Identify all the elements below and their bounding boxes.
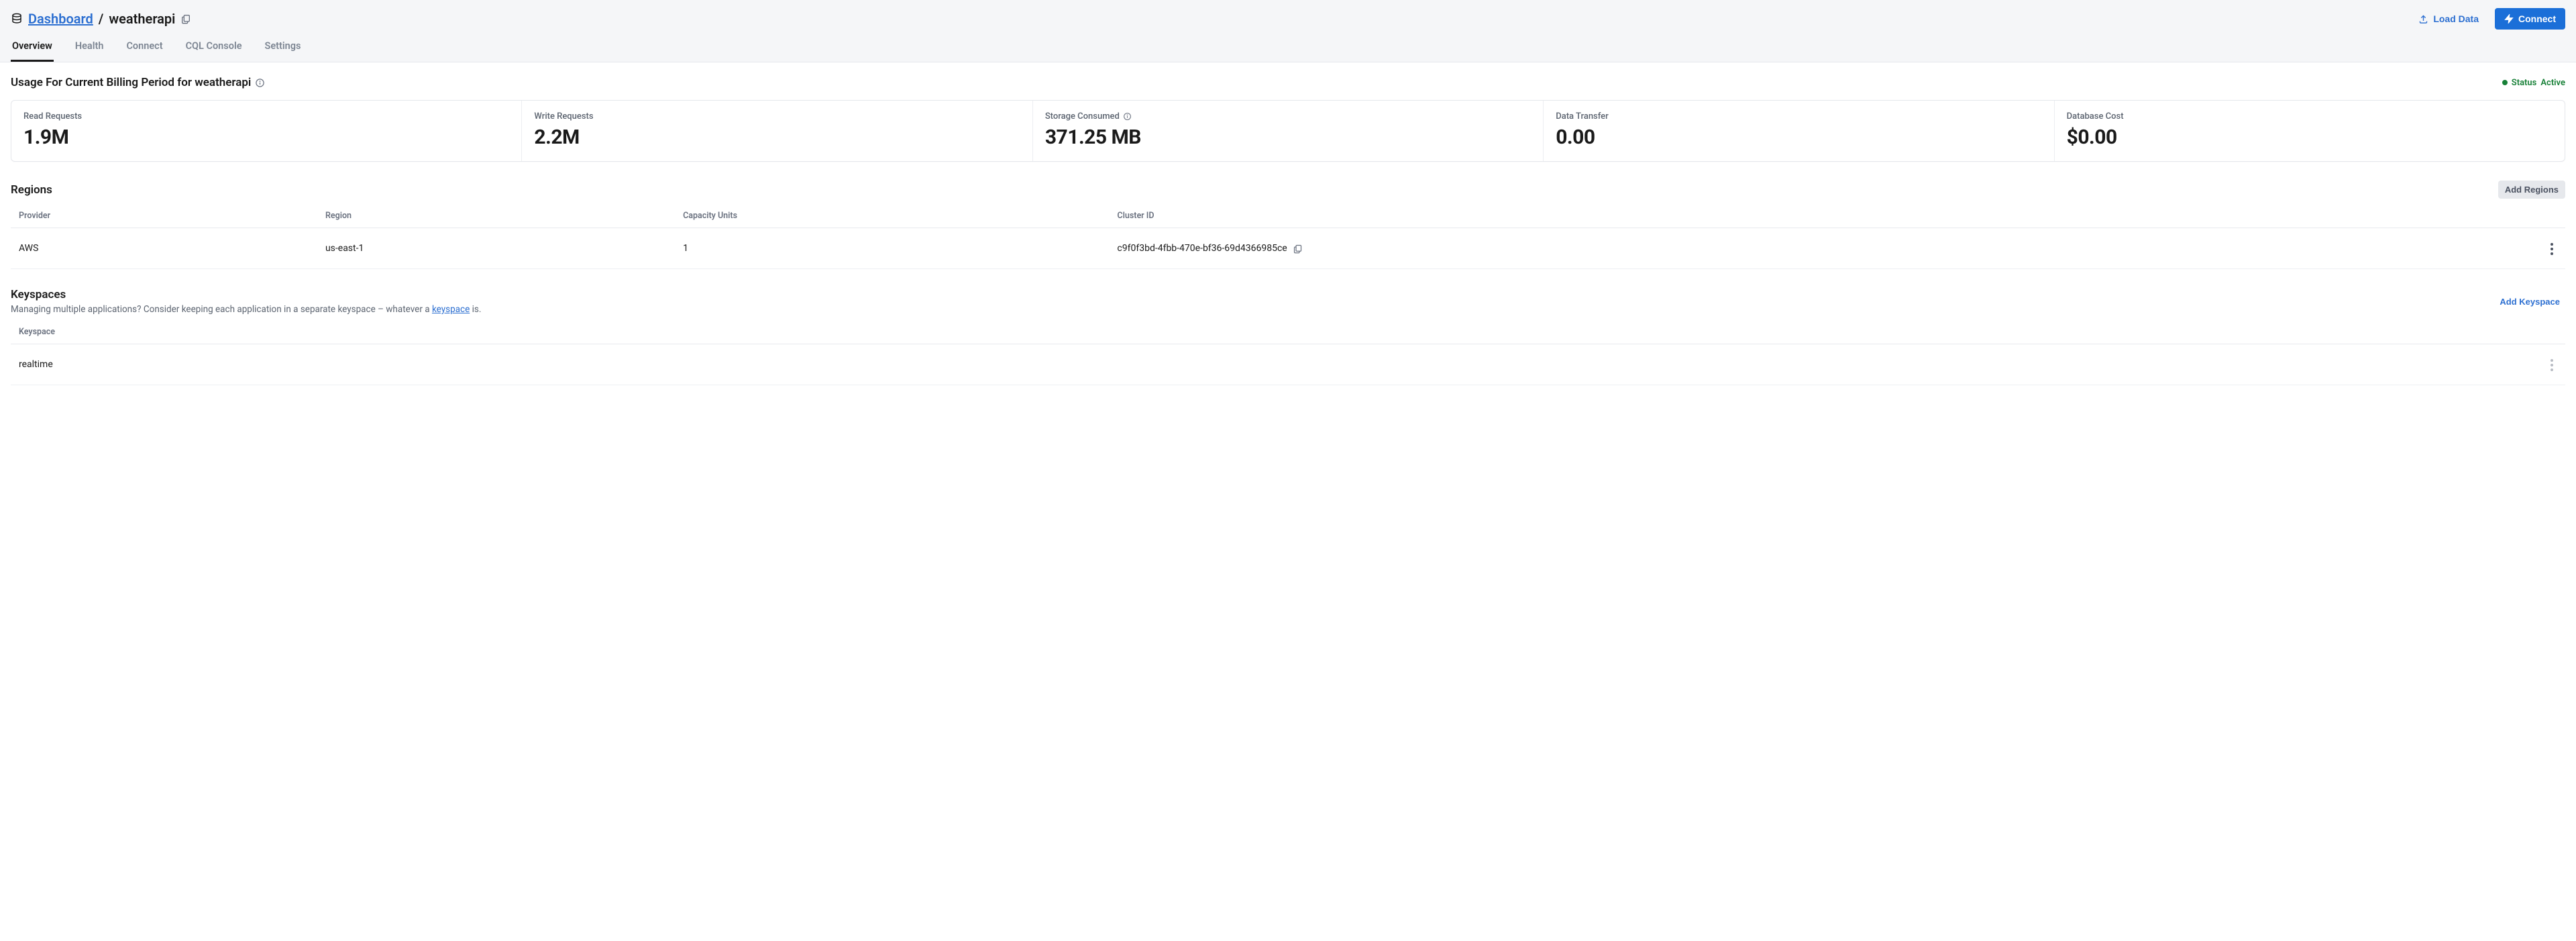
cell-cluster-id: c9f0f3bd-4fbb-470e-bf36-69d4366985ce xyxy=(1109,228,2533,269)
info-icon[interactable] xyxy=(1123,112,1132,121)
connect-button[interactable]: Connect xyxy=(2495,8,2565,30)
keyspaces-title: Keyspaces xyxy=(11,288,481,301)
col-capacity-units: Capacity Units xyxy=(675,204,1109,228)
tab-cql-console[interactable]: CQL Console xyxy=(184,34,244,62)
metric-label: Data Transfer xyxy=(1556,111,2041,121)
content: Usage For Current Billing Period for wea… xyxy=(0,62,2576,412)
col-region: Region xyxy=(317,204,675,228)
col-cluster-id: Cluster ID xyxy=(1109,204,2533,228)
breadcrumb-root-link[interactable]: Dashboard xyxy=(28,11,93,27)
cell-actions xyxy=(2533,344,2565,385)
breadcrumb-row: Dashboard / weatherapi Load Da xyxy=(11,8,2565,34)
lightning-icon xyxy=(2504,14,2514,23)
metric-label-text: Storage Consumed xyxy=(1045,111,1120,121)
tab-health[interactable]: Health xyxy=(74,34,105,62)
keyspaces-table: Keyspace realtime xyxy=(11,320,2565,385)
kebab-menu-icon[interactable] xyxy=(2546,355,2557,375)
tab-overview[interactable]: Overview xyxy=(11,34,54,62)
cell-capacity-units: 1 xyxy=(675,228,1109,269)
breadcrumb-current: weatherapi xyxy=(109,11,175,27)
metric-value: 2.2M xyxy=(534,126,1020,149)
metric-value: $0.00 xyxy=(2067,126,2553,149)
top-bar: Dashboard / weatherapi Load Da xyxy=(0,0,2576,62)
keyspaces-sub-pre: Managing multiple applications? Consider… xyxy=(11,304,432,315)
copy-icon[interactable] xyxy=(180,13,191,24)
metric-write-requests: Write Requests 2.2M xyxy=(522,101,1032,161)
table-row: realtime xyxy=(11,344,2565,385)
add-keyspace-button[interactable]: Add Keyspace xyxy=(2494,293,2565,311)
connect-label: Connect xyxy=(2518,13,2556,24)
usage-title: Usage For Current Billing Period for wea… xyxy=(11,76,265,89)
metric-read-requests: Read Requests 1.9M xyxy=(11,101,522,161)
cell-keyspace-name: realtime xyxy=(11,344,2533,385)
keyspaces-table-head: Keyspace xyxy=(11,320,2565,344)
status-dot-icon xyxy=(2502,80,2508,85)
status-label: Status xyxy=(2512,78,2537,88)
breadcrumb-separator: / xyxy=(99,11,104,27)
regions-section: Regions Add Regions Provider Region Capa… xyxy=(11,181,2565,269)
usage-header: Usage For Current Billing Period for wea… xyxy=(11,76,2565,89)
metric-label: Write Requests xyxy=(534,111,1020,121)
usage-title-text: Usage For Current Billing Period for wea… xyxy=(11,76,251,89)
status-chip: Status Active xyxy=(2502,78,2565,88)
regions-table: Provider Region Capacity Units Cluster I… xyxy=(11,204,2565,269)
header-actions: Load Data Connect xyxy=(2409,8,2565,30)
cell-provider: AWS xyxy=(11,228,317,269)
cluster-id-value: c9f0f3bd-4fbb-470e-bf36-69d4366985ce xyxy=(1117,243,1287,254)
metric-label: Storage Consumed xyxy=(1045,111,1531,121)
info-icon[interactable] xyxy=(255,78,265,88)
regions-table-head: Provider Region Capacity Units Cluster I… xyxy=(11,204,2565,228)
table-row: AWS us-east-1 1 c9f0f3bd-4fbb-470e-bf36-… xyxy=(11,228,2565,269)
status-value: Active xyxy=(2540,78,2565,88)
col-keyspace: Keyspace xyxy=(11,320,2533,344)
col-actions xyxy=(2533,320,2565,344)
tab-connect[interactable]: Connect xyxy=(125,34,164,62)
copy-icon[interactable] xyxy=(1293,244,1303,254)
breadcrumb: Dashboard / weatherapi xyxy=(11,11,191,27)
tabs: Overview Health Connect CQL Console Sett… xyxy=(11,34,2565,62)
keyspaces-sub-post: is. xyxy=(470,304,481,315)
col-provider: Provider xyxy=(11,204,317,228)
cell-actions xyxy=(2533,228,2565,269)
load-data-button[interactable]: Load Data xyxy=(2409,8,2488,30)
metric-label: Database Cost xyxy=(2067,111,2553,121)
add-regions-button[interactable]: Add Regions xyxy=(2498,181,2565,199)
metric-value: 1.9M xyxy=(23,126,509,149)
database-icon xyxy=(11,13,23,25)
metric-storage-consumed: Storage Consumed 371.25 MB xyxy=(1033,101,1544,161)
keyspaces-section: Keyspaces Managing multiple applications… xyxy=(11,288,2565,385)
keyspace-link[interactable]: keyspace xyxy=(432,304,470,315)
col-actions xyxy=(2533,204,2565,228)
metric-database-cost: Database Cost $0.00 xyxy=(2055,101,2565,161)
metric-data-transfer: Data Transfer 0.00 xyxy=(1544,101,2054,161)
upload-icon xyxy=(2418,14,2428,24)
load-data-label: Load Data xyxy=(2433,13,2479,24)
metric-value: 371.25 MB xyxy=(1045,126,1531,149)
usage-metrics-card: Read Requests 1.9M Write Requests 2.2M S… xyxy=(11,100,2565,162)
regions-title: Regions xyxy=(11,183,52,197)
regions-header: Regions Add Regions xyxy=(11,181,2565,199)
keyspaces-subtitle: Managing multiple applications? Consider… xyxy=(11,304,481,315)
metric-label: Read Requests xyxy=(23,111,509,121)
metric-value: 0.00 xyxy=(1556,126,2041,149)
cell-region: us-east-1 xyxy=(317,228,675,269)
kebab-menu-icon[interactable] xyxy=(2546,239,2557,259)
keyspaces-header: Keyspaces Managing multiple applications… xyxy=(11,288,2565,315)
tab-settings[interactable]: Settings xyxy=(264,34,303,62)
